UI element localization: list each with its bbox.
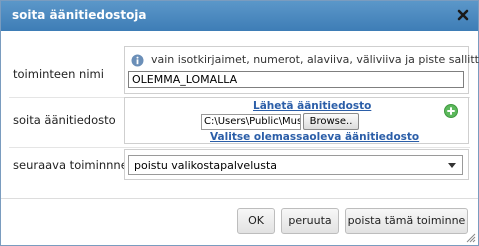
next-action-box: poistu valikostapalvelusta [124,149,469,180]
next-action-select[interactable]: poistu valikostapalvelusta [128,155,463,175]
name-box: vain isotkirjaimet, numerot, alaviiva, v… [124,46,479,94]
name-label: toiminteen nimi [13,67,104,81]
ok-button[interactable]: OK [237,208,275,234]
row-divider [9,147,470,148]
browse-button[interactable]: Browse.. [303,113,359,130]
upload-audio-link[interactable]: Lähetä äänitiedosto [253,100,371,112]
chevron-down-icon [448,163,456,168]
dialog: soita äänitiedostoja toiminteen nimi vai… [0,0,479,246]
resize-grip-icon[interactable] [465,232,476,243]
add-icon[interactable] [444,104,458,118]
close-icon[interactable] [456,8,470,22]
file-path-input[interactable]: C:\Users\Public\Music\Sa [201,114,301,130]
name-hint: vain isotkirjaimet, numerot, alaviiva, v… [151,53,479,66]
info-icon [131,54,144,67]
audio-box: Lähetä äänitiedosto C:\Users\Public\Musi… [124,97,469,144]
next-action-label: seuraava toiminnne [13,158,128,172]
choose-existing-audio-link[interactable]: Valitse olemassaoleva äänitiedosto [210,131,419,143]
audio-label: soita äänitiedosto [13,113,116,127]
dialog-titlebar[interactable]: soita äänitiedostoja [1,1,478,31]
dialog-title: soita äänitiedostoja [12,8,147,22]
footer-divider [1,198,478,199]
name-input[interactable]: OLEMMA_LOMALLA [128,71,464,88]
next-action-value: poistu valikostapalvelusta [134,159,278,172]
delete-action-button[interactable]: poista tämä toiminne [345,208,468,234]
cancel-button[interactable]: peruuta [281,208,339,234]
